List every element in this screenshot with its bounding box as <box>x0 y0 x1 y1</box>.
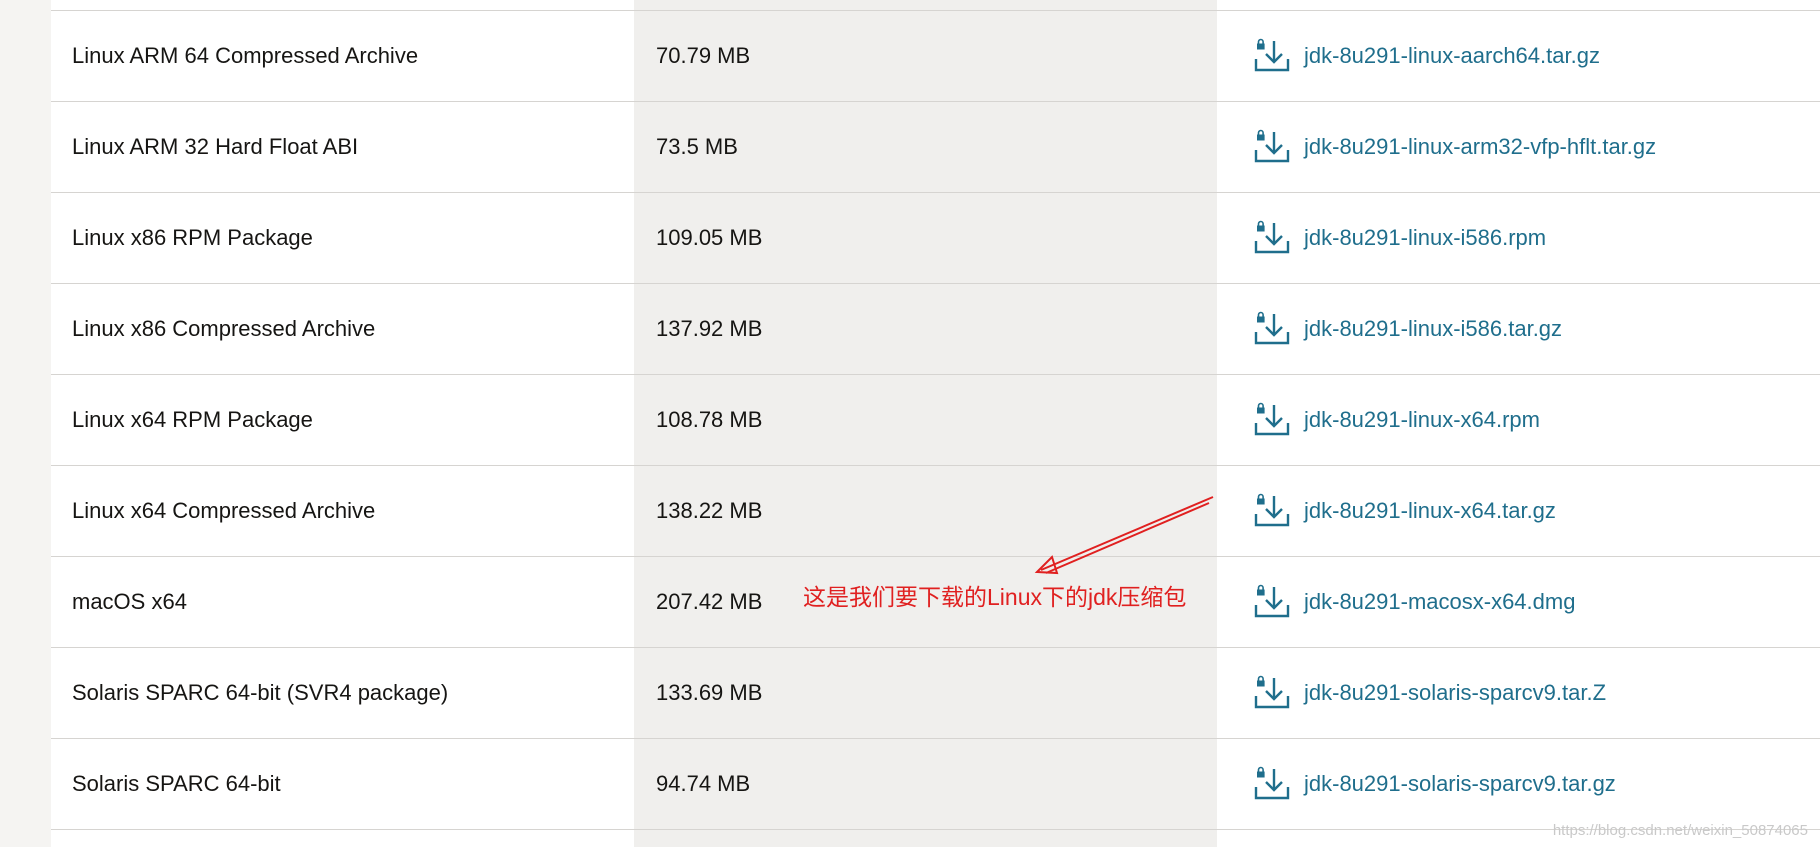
annotation-arrow-overlay <box>1034 496 1214 575</box>
annotation-text: 这是我们要下载的Linux下的jdk压缩包 <box>803 584 1187 610</box>
annotation-arrow-icon <box>1034 496 1214 575</box>
watermark-text: https://blog.csdn.net/weixin_50874065 <box>1552 822 1808 839</box>
